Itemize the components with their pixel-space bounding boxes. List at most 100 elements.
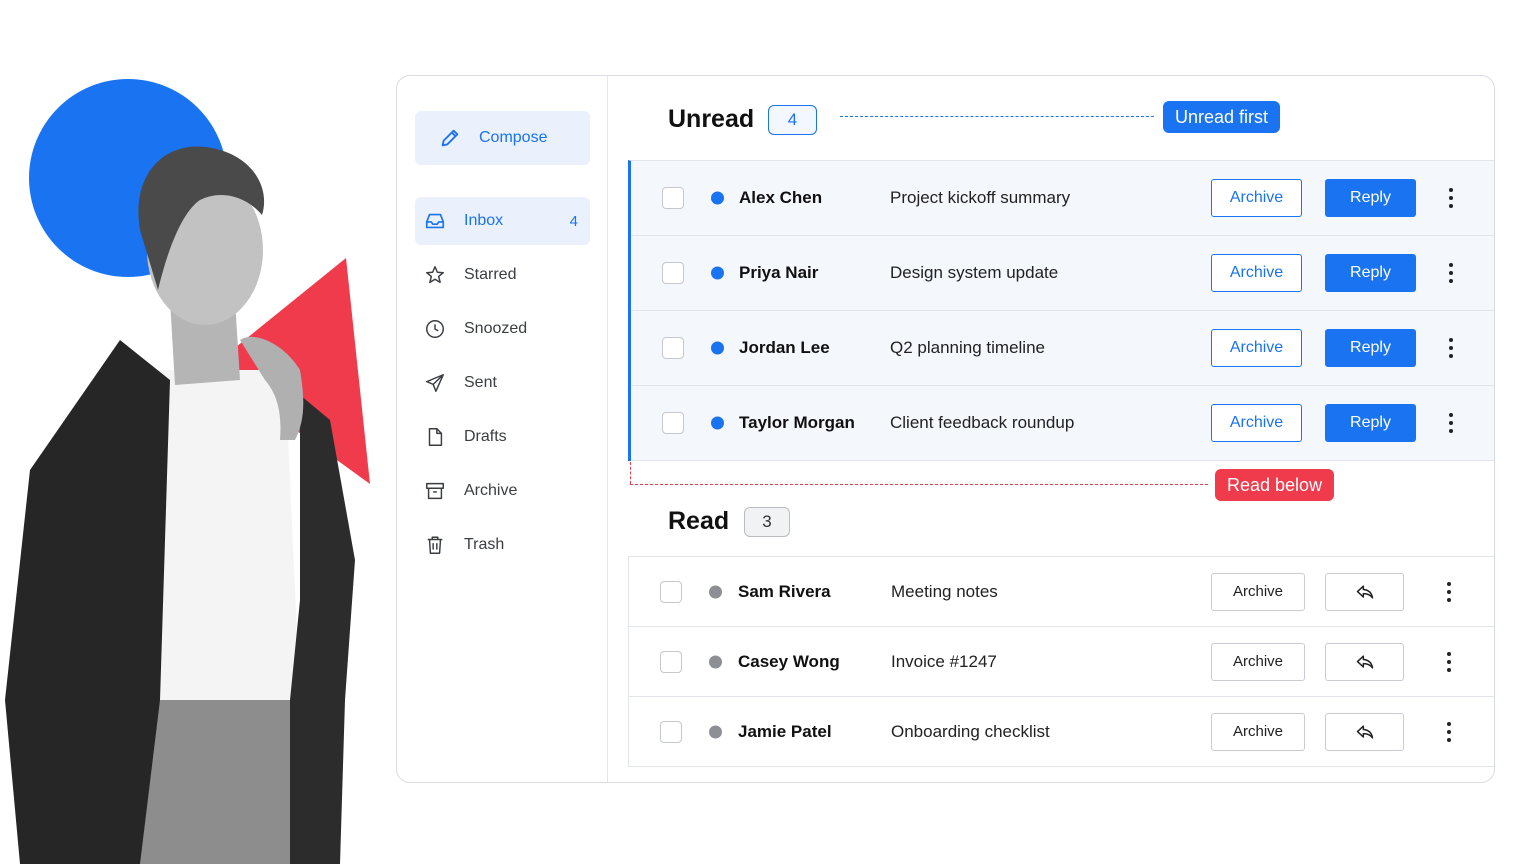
archive-button[interactable]: Archive bbox=[1211, 329, 1302, 367]
sidebar-nav: Inbox 4 Starred Snoozed Sent Drafts Arch… bbox=[415, 197, 590, 575]
row-checkbox[interactable] bbox=[662, 412, 684, 434]
archive-button[interactable]: Archive bbox=[1211, 404, 1302, 442]
row-checkbox[interactable] bbox=[662, 262, 684, 284]
sidebar-item-label: Trash bbox=[464, 536, 505, 553]
subject-line: Onboarding checklist bbox=[891, 721, 1050, 741]
inbox-icon bbox=[425, 213, 445, 229]
reply-button[interactable]: Reply bbox=[1325, 179, 1416, 217]
table-row[interactable]: Sam Rivera Meeting notes Archive bbox=[629, 557, 1494, 627]
send-icon bbox=[426, 374, 444, 392]
sidebar-item-sent[interactable]: Sent bbox=[415, 359, 590, 407]
read-below-tag: Read below bbox=[1215, 469, 1335, 501]
archive-button[interactable]: Archive bbox=[1211, 712, 1305, 751]
unread-indicator bbox=[711, 266, 724, 280]
star-icon bbox=[426, 266, 444, 284]
subject-line: Q2 planning timeline bbox=[890, 338, 1045, 357]
table-row[interactable]: Priya Nair Design system update Archive … bbox=[631, 236, 1494, 311]
message-list-pane: Unread 4 Unread first Alex Chen Project … bbox=[608, 76, 1494, 782]
sidebar-item-trash[interactable]: Trash bbox=[415, 521, 590, 569]
more-options-icon[interactable] bbox=[1442, 651, 1456, 673]
table-row[interactable]: Jordan Lee Q2 planning timeline Archive … bbox=[631, 311, 1494, 386]
more-options-icon[interactable] bbox=[1444, 187, 1458, 209]
table-row[interactable]: Alex Chen Project kickoff summary Archiv… bbox=[631, 161, 1494, 236]
unread-list: Alex Chen Project kickoff summary Archiv… bbox=[628, 160, 1494, 461]
sidebar-item-label: Drafts bbox=[464, 428, 507, 445]
row-checkbox[interactable] bbox=[660, 650, 682, 673]
compose-label: Compose bbox=[479, 129, 548, 146]
draft-icon bbox=[428, 428, 443, 446]
reply-button[interactable] bbox=[1325, 642, 1404, 681]
inbox-count: 4 bbox=[569, 212, 578, 230]
reply-arrow-icon bbox=[1356, 584, 1373, 599]
sidebar-item-drafts[interactable]: Drafts bbox=[415, 413, 590, 461]
table-row[interactable]: Casey Wong Invoice #1247 Archive bbox=[629, 627, 1494, 697]
reply-button[interactable]: Reply bbox=[1325, 329, 1416, 367]
reply-button[interactable]: Reply bbox=[1325, 254, 1416, 292]
table-row[interactable]: Jamie Patel Onboarding checklist Archive bbox=[629, 697, 1494, 767]
compose-button[interactable]: Compose bbox=[415, 111, 590, 165]
row-checkbox[interactable] bbox=[662, 187, 684, 209]
subject-line: Meeting notes bbox=[891, 581, 998, 601]
trash-icon bbox=[427, 536, 443, 554]
hero-illustration bbox=[0, 0, 390, 864]
table-row[interactable]: Taylor Morgan Client feedback roundup Ar… bbox=[631, 386, 1494, 461]
unread-indicator bbox=[711, 416, 724, 430]
unread-section-title: Unread bbox=[668, 105, 755, 133]
read-section-title: Read bbox=[668, 507, 730, 535]
archive-button[interactable]: Archive bbox=[1211, 179, 1302, 217]
row-checkbox[interactable] bbox=[660, 580, 682, 603]
sidebar: Compose Inbox 4 Starred Snoozed Sent Dra… bbox=[397, 76, 608, 782]
reply-arrow-icon bbox=[1356, 654, 1373, 669]
pencil-icon bbox=[441, 129, 459, 147]
read-indicator bbox=[709, 725, 722, 738]
more-options-icon[interactable] bbox=[1444, 262, 1458, 284]
reply-button[interactable] bbox=[1325, 572, 1404, 611]
read-indicator bbox=[709, 585, 722, 598]
subject-line: Design system update bbox=[890, 263, 1059, 282]
sidebar-item-label: Archive bbox=[464, 482, 518, 499]
person-photo bbox=[5, 146, 355, 864]
read-divider-line bbox=[630, 484, 1208, 485]
unread-count-badge: 4 bbox=[768, 105, 817, 135]
unread-first-tag: Unread first bbox=[1163, 101, 1281, 133]
subject-line: Invoice #1247 bbox=[891, 651, 997, 671]
reply-button[interactable]: Reply bbox=[1325, 404, 1416, 442]
more-options-icon[interactable] bbox=[1442, 721, 1456, 743]
sender-name: Taylor Morgan bbox=[739, 413, 855, 432]
more-options-icon[interactable] bbox=[1444, 337, 1458, 359]
unread-indicator bbox=[711, 191, 724, 205]
clock-icon bbox=[426, 320, 444, 338]
sidebar-item-label: Sent bbox=[464, 374, 497, 391]
more-options-icon[interactable] bbox=[1444, 412, 1458, 434]
sender-name: Priya Nair bbox=[739, 263, 819, 282]
reply-button[interactable] bbox=[1325, 712, 1404, 751]
archive-button[interactable]: Archive bbox=[1211, 642, 1305, 681]
sidebar-item-starred[interactable]: Starred bbox=[415, 251, 590, 299]
unread-indicator bbox=[711, 341, 724, 355]
read-indicator bbox=[709, 655, 722, 668]
reply-arrow-icon bbox=[1356, 724, 1373, 739]
read-divider-bracket bbox=[630, 462, 631, 484]
sender-name: Casey Wong bbox=[738, 651, 840, 671]
archive-button[interactable]: Archive bbox=[1211, 254, 1302, 292]
sender-name: Jordan Lee bbox=[739, 338, 830, 357]
sender-name: Alex Chen bbox=[739, 188, 823, 207]
read-list: Sam Rivera Meeting notes Archive Casey W… bbox=[628, 556, 1494, 767]
archive-button[interactable]: Archive bbox=[1211, 572, 1305, 611]
sender-name: Jamie Patel bbox=[738, 721, 832, 741]
more-options-icon[interactable] bbox=[1442, 581, 1456, 603]
sidebar-item-label: Starred bbox=[464, 266, 517, 283]
sender-name: Sam Rivera bbox=[738, 581, 831, 601]
archive-icon bbox=[426, 482, 444, 500]
subject-line: Project kickoff summary bbox=[890, 188, 1071, 207]
read-count-badge: 3 bbox=[744, 507, 790, 537]
sidebar-item-archive[interactable]: Archive bbox=[415, 467, 590, 515]
mail-app-window: Compose Inbox 4 Starred Snoozed Sent Dra… bbox=[396, 75, 1495, 783]
row-checkbox[interactable] bbox=[662, 337, 684, 359]
row-checkbox[interactable] bbox=[660, 720, 682, 743]
unread-divider-line bbox=[840, 116, 1154, 117]
sidebar-item-snoozed[interactable]: Snoozed bbox=[415, 305, 590, 353]
sidebar-item-inbox[interactable]: Inbox 4 bbox=[415, 197, 590, 245]
sidebar-item-label: Inbox bbox=[464, 212, 504, 229]
sidebar-item-label: Snoozed bbox=[464, 320, 528, 337]
